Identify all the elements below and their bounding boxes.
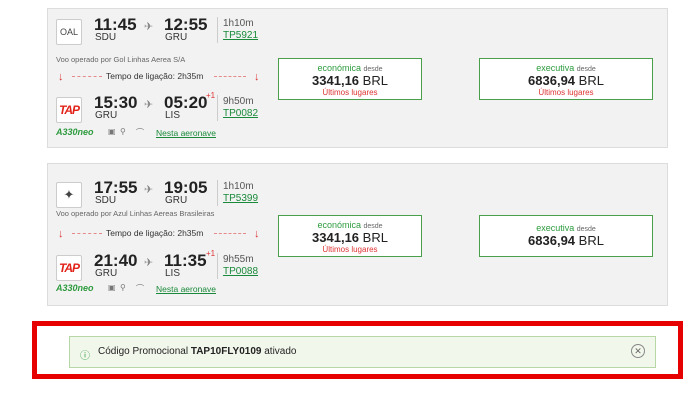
airline-logo: TAP [56, 97, 82, 123]
fare-class-label: executiva [536, 63, 575, 73]
connection-time: Tempo de ligação: 2h35m [106, 228, 204, 238]
arrival-code: LIS [165, 110, 181, 121]
fare-price: 6836,94 [528, 73, 576, 88]
aircraft-info: A330neo ▣ ⚲ ⌒ Nesta aeronave [56, 283, 256, 295]
divider [217, 17, 218, 43]
day-offset: +1 [206, 249, 216, 258]
departure-code: GRU [95, 110, 118, 121]
connection-time: Tempo de ligação: 2h35m [106, 71, 204, 81]
day-offset: +1 [206, 91, 216, 100]
aircraft-type: A330neo [56, 283, 94, 293]
fare-currency: BRL [362, 73, 388, 88]
airline-logo: ✦ [56, 182, 82, 208]
plane-icon: ✈ [144, 99, 154, 111]
economy-fare-button[interactable]: económica desde 3341,16 BRL Últimos luga… [278, 58, 422, 100]
fare-currency: BRL [362, 230, 388, 245]
departure-code: SDU [95, 32, 117, 43]
divider [217, 180, 218, 206]
fare-from-label: desde [576, 66, 596, 73]
flight-duration: 9h50m [223, 96, 254, 107]
operated-by-text: Voo operado por Gol Linhas Aerea S/A [56, 55, 186, 64]
promo-code: TAP10FLY0109 [190, 346, 262, 357]
fare-class-label: económica [317, 220, 361, 230]
departure-code: SDU [95, 195, 117, 206]
aircraft-type: A330neo [56, 127, 94, 137]
connection-row: ↓ Tempo de ligação: 2h35m ↓ [56, 71, 264, 83]
airline-logo: TAP [56, 255, 82, 281]
plane-icon: ✈ [144, 184, 154, 196]
airline-logo: OAL [56, 19, 82, 45]
arrival-code: LIS [165, 268, 181, 279]
screen-icon: ▣ [108, 283, 116, 292]
aircraft-link[interactable]: Nesta aeronave [156, 128, 216, 138]
divider [217, 253, 218, 279]
fare-class-label: executiva [536, 223, 575, 233]
fare-price: 6836,94 [528, 233, 576, 248]
flight-duration: 9h55m [223, 254, 254, 265]
fare-from-label: desde [363, 223, 383, 230]
plane-icon: ✈ [144, 257, 154, 269]
promo-highlight-frame: ⓘ Código Promocional TAP10FLY0109 ativad… [32, 321, 683, 379]
usb-icon: ⚲ [120, 127, 126, 136]
azul-logo-icon: ✦ [63, 187, 75, 202]
segment-1: OAL 11:45 SDU ✈ 12:55 GRU 1h10m TP5921 [48, 15, 278, 59]
arrow-down-icon: ↓ [58, 71, 64, 83]
flight-number-link[interactable]: TP5921 [223, 30, 258, 41]
aircraft-link[interactable]: Nesta aeronave [156, 284, 216, 294]
flight-number-link[interactable]: TP5399 [223, 193, 258, 204]
operated-by-text: Voo operado por Azul Linhas Aereas Brasi… [56, 209, 215, 218]
dashed-line [214, 233, 246, 234]
business-fare-button[interactable]: executiva desde 6836,94 BRL Últimos luga… [479, 58, 653, 100]
flight-option-card-2[interactable]: ✦ 17:55 SDU ✈ 19:05 GRU 1h10m TP5399 Voo… [47, 163, 668, 306]
business-fare-button[interactable]: executiva desde 6836,94 BRL [479, 215, 653, 257]
promo-message: Código Promocional TAP10FLY0109 ativado [98, 346, 297, 357]
economy-fare-button[interactable]: económica desde 3341,16 BRL Últimos luga… [278, 215, 422, 257]
arrival-code: GRU [165, 32, 188, 43]
availability-note: Últimos lugares [538, 88, 594, 97]
availability-note: Últimos lugares [322, 245, 378, 254]
arrow-down-icon: ↓ [254, 228, 260, 240]
fare-class-label: económica [317, 63, 361, 73]
flight-number-link[interactable]: TP0082 [223, 108, 258, 119]
dashed-line [72, 233, 102, 234]
usb-icon: ⚲ [120, 283, 126, 292]
fare-currency: BRL [578, 73, 604, 88]
wifi-icon: ⌒ [136, 284, 144, 293]
plane-icon: ✈ [144, 21, 154, 33]
arrival-code: GRU [165, 195, 188, 206]
fare-price: 3341,16 [312, 73, 360, 88]
connection-row: ↓ Tempo de ligação: 2h35m ↓ [56, 228, 264, 240]
fare-price: 3341,16 [312, 230, 360, 245]
wifi-icon: ⌒ [136, 128, 144, 137]
aircraft-info: A330neo ▣ ⚲ ⌒ Nesta aeronave [56, 127, 256, 139]
close-icon[interactable]: ✕ [631, 344, 645, 358]
arrow-down-icon: ↓ [254, 71, 260, 83]
divider [217, 95, 218, 121]
fare-from-label: desde [576, 226, 596, 233]
screen-icon: ▣ [108, 127, 116, 136]
arrow-down-icon: ↓ [58, 228, 64, 240]
fare-from-label: desde [363, 66, 383, 73]
dashed-line [214, 76, 246, 77]
flight-duration: 1h10m [223, 18, 254, 29]
departure-code: GRU [95, 268, 118, 279]
flight-option-card-1[interactable]: OAL 11:45 SDU ✈ 12:55 GRU 1h10m TP5921 V… [47, 8, 668, 148]
availability-note: Últimos lugares [322, 88, 378, 97]
promo-code-banner: ⓘ Código Promocional TAP10FLY0109 ativad… [69, 336, 656, 368]
info-icon: ⓘ [80, 351, 90, 362]
dashed-line [72, 76, 102, 77]
flight-number-link[interactable]: TP0088 [223, 266, 258, 277]
fare-currency: BRL [578, 233, 604, 248]
flight-duration: 1h10m [223, 181, 254, 192]
